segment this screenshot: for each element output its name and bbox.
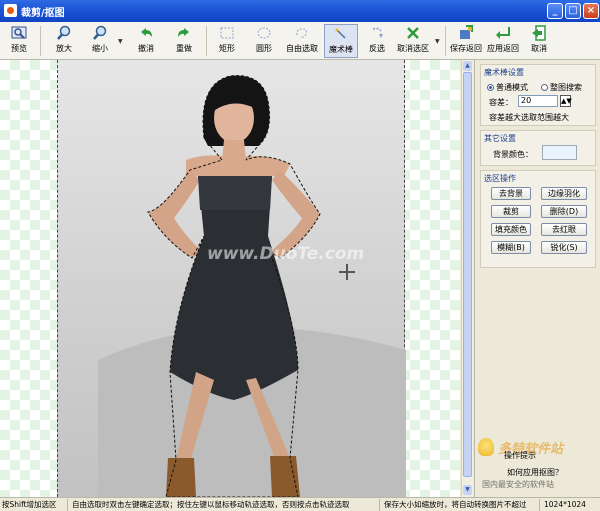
magic-wand-button[interactable]: 魔术棒 [324, 24, 358, 58]
deselect-button[interactable]: 取消选区 [394, 24, 432, 58]
zoom-out-button[interactable]: 缩小 [86, 24, 114, 58]
radio-global-search[interactable]: 整图搜索 [541, 82, 582, 93]
minimize-button[interactable]: _ [547, 3, 563, 19]
vertical-scrollbar[interactable]: ▲ ▼ [461, 60, 473, 497]
zoom-in-icon [57, 25, 71, 40]
delete-button[interactable]: 删除(D) [541, 205, 587, 218]
zoom-dropdown-arrow-icon[interactable]: ▼ [118, 38, 123, 45]
zoom-out-icon [93, 25, 107, 40]
preview-button[interactable]: 预览 [6, 24, 32, 58]
tolerance-spin-icon[interactable]: ▲▼ [560, 95, 572, 107]
cancel-button[interactable]: 取消 [525, 24, 553, 58]
radio-unselected-icon [541, 84, 548, 91]
rect-select-icon [220, 27, 234, 39]
undo-icon [141, 28, 152, 37]
toolbar-separator [40, 26, 41, 56]
operation-hint-box: 多特软件站 操作提示 如何应用抠图？ 国内最安全的软件站 [474, 434, 600, 494]
app-icon [4, 4, 17, 17]
title-bar: 裁剪/抠图 _ □ × [0, 0, 600, 22]
background-color-swatch[interactable] [542, 145, 577, 160]
magic-wand-icon [335, 28, 346, 39]
selection-ops-group: 选区操作 去背景 边缘羽化 裁剪 删除(D) 填充颜色 去红眼 模糊(B) 锐化… [480, 170, 596, 268]
hint-watermark: 国内最安全的软件站 [482, 480, 554, 489]
close-button[interactable]: × [583, 3, 599, 19]
crosshair-cursor-icon [339, 264, 355, 280]
status-freehand-hint: 自由选取时双击左键确定选取；按住左键以鼠标移动轨迹选取，否则按点击轨迹选取 [70, 499, 380, 511]
magic-wand-settings-group: 魔术棒设置 普通模式 整图搜索 容差： 20 ▲▼ 容差越大选取范围越大 [480, 64, 596, 126]
exit-icon [532, 25, 546, 41]
group-title: 魔术棒设置 [484, 68, 524, 77]
remove-background-button[interactable]: 去背景 [491, 187, 531, 200]
group-title: 其它设置 [484, 134, 516, 143]
group-title: 选区操作 [484, 174, 516, 183]
crop-button[interactable]: 裁剪 [491, 205, 531, 218]
save-return-button[interactable]: 保存返回 [448, 24, 484, 58]
redo-button[interactable]: 重做 [170, 24, 198, 58]
status-max-size: 1024*1024 [544, 500, 586, 509]
red-eye-button[interactable]: 去红眼 [541, 223, 587, 236]
freehand-select-button[interactable]: 自由选取 [284, 24, 320, 58]
background-color-label: 背景颜色： [493, 150, 533, 159]
sharpen-button[interactable]: 锐化(S) [541, 241, 587, 254]
fill-color-button[interactable]: 填充颜色 [491, 223, 531, 236]
hint-link[interactable]: 如何应用抠图？ [507, 467, 563, 478]
apply-return-button[interactable]: 应用返回 [485, 24, 521, 58]
scroll-up-arrow-icon[interactable]: ▲ [463, 61, 472, 71]
window-title: 裁剪/抠图 [21, 8, 65, 19]
preview-icon [11, 26, 27, 39]
zoom-in-button[interactable]: 放大 [50, 24, 78, 58]
tolerance-label: 容差： [489, 98, 513, 107]
image-canvas[interactable]: www.DuoTe.com [0, 60, 460, 497]
apply-return-icon [496, 27, 510, 39]
rect-select-button[interactable]: 矩形 [213, 24, 241, 58]
deselect-icon [407, 27, 419, 39]
toolbar-separator [445, 26, 446, 56]
redo-icon [178, 28, 189, 37]
deselect-dropdown-arrow-icon[interactable]: ▼ [435, 38, 440, 45]
maximize-button[interactable]: □ [565, 3, 581, 19]
ellipse-select-button[interactable]: 圆形 [250, 24, 278, 58]
lightbulb-icon [478, 438, 494, 456]
status-shift-hint: 按Shift增加选区 [0, 499, 68, 511]
status-bar: 按Shift增加选区 自由选取时双击左键确定选取；按住左键以鼠标移动轨迹选取，否… [0, 497, 600, 511]
settings-panel: 魔术棒设置 普通模式 整图搜索 容差： 20 ▲▼ 容差越大选取范围越大 其它设… [474, 60, 600, 497]
ellipse-select-icon [257, 27, 271, 39]
save-return-icon [460, 25, 473, 39]
undo-button[interactable]: 撤消 [132, 24, 160, 58]
invert-select-button[interactable]: 反选 [364, 24, 390, 58]
radio-normal-mode[interactable]: 普通模式 [487, 82, 528, 93]
invert-select-icon [372, 27, 383, 38]
scrollbar-thumb[interactable] [463, 72, 472, 477]
blur-button[interactable]: 模糊(B) [491, 241, 531, 254]
watermark-text: www.DuoTe.com [207, 244, 365, 264]
feather-edge-button[interactable]: 边缘羽化 [541, 187, 587, 200]
tolerance-input[interactable]: 20 [518, 95, 558, 107]
other-settings-group: 其它设置 背景颜色： [480, 130, 596, 166]
radio-selected-icon [487, 84, 494, 91]
scroll-down-arrow-icon[interactable]: ▼ [463, 485, 472, 495]
toolbar: 预览 放大 缩小 ▼ 撤消 重做 矩形 圆形 自由选取 魔术棒 反选 取消选区 [0, 22, 600, 60]
status-save-size-hint: 保存大小如缩放时，将自动转换图片不超过 [382, 499, 540, 511]
toolbar-separator [206, 26, 207, 56]
hint-title[interactable]: 操作提示 [504, 450, 536, 461]
tolerance-hint: 容差越大选取范围越大 [489, 113, 569, 122]
freehand-select-icon [296, 28, 307, 38]
